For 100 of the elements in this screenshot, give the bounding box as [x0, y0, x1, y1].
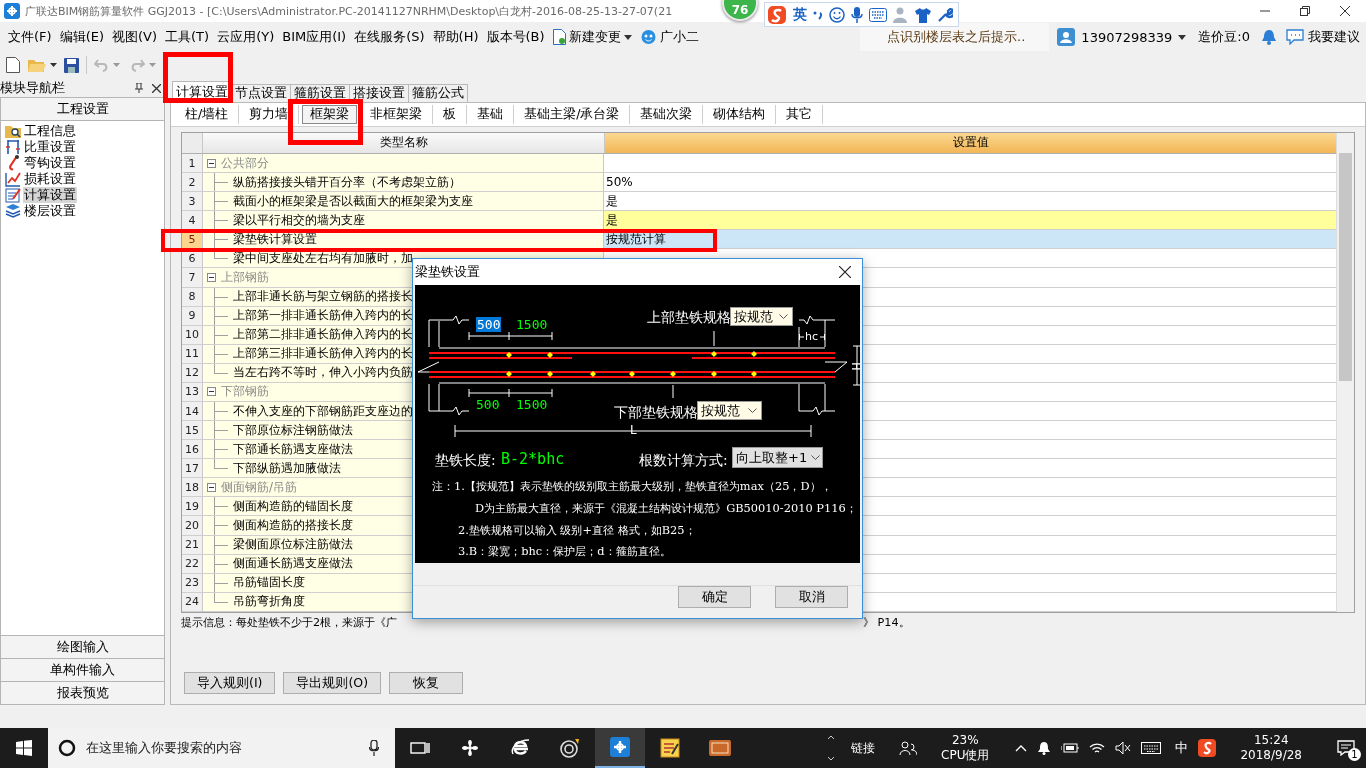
field-label: 根数计算方式:	[639, 453, 728, 467]
table-cell: 上部非通长筋与架立钢筋的搭接长	[233, 288, 413, 306]
table-cell: 梁中间支座处左右均有加腋时，加	[233, 249, 413, 267]
table-cell: 梁垫铁计算设置	[233, 230, 317, 248]
tree-item[interactable]: 比重设置	[23, 139, 77, 155]
action-button[interactable]: 恢复	[389, 672, 464, 694]
tab[interactable]: 柱/墙柱	[175, 105, 240, 124]
dialog-button[interactable]: 确定	[678, 586, 751, 608]
tree-item[interactable]: 损耗设置	[23, 171, 77, 187]
tab[interactable]: 板	[433, 105, 468, 124]
module-button[interactable]: 单构件输入	[0, 659, 165, 682]
notice-link[interactable]: 点识别楼层表之后提示..	[860, 23, 1050, 51]
tree-item[interactable]: 弯钩设置	[23, 155, 77, 171]
clock[interactable]: 15:24 2018/9/28	[1240, 733, 1302, 763]
menu-item[interactable]: 文件(F)	[4, 26, 56, 48]
row-number: 14	[182, 402, 203, 421]
dimension-input[interactable]: 500	[476, 398, 500, 411]
menu-item[interactable]: 版本号(B)	[482, 26, 549, 48]
table-cell: 吊筋弯折角度	[233, 593, 305, 611]
dimension-label: 1500	[516, 398, 548, 411]
group-label: 上部钢筋	[221, 269, 269, 286]
row-number: 18	[182, 478, 203, 497]
dimension-label: L	[630, 424, 637, 436]
dimension-input[interactable]: 500	[476, 317, 502, 332]
account-phone[interactable]: 13907298339	[1081, 29, 1173, 45]
feedback-button[interactable]: 我要建议	[1286, 28, 1360, 46]
table-cell: 纵筋搭接接头错开百分率（不考虑架立筋）	[233, 173, 461, 191]
dimension-label: hc	[805, 331, 819, 342]
table-cell: 上部第一排非通长筋伸入跨内的长	[233, 307, 413, 325]
dropdown[interactable]: 按规范	[697, 401, 762, 420]
dialog-button[interactable]: 取消	[775, 586, 848, 608]
tab[interactable]: 基础	[467, 105, 515, 124]
toolbar-label[interactable]: 链接	[851, 739, 876, 757]
cpu-label: CPU使用	[941, 748, 990, 763]
dropdown[interactable]: 向上取整+1	[732, 447, 823, 468]
tree-item[interactable]: 计算设置	[23, 187, 77, 203]
table-cell: 下部原位标注钢筋做法	[233, 421, 353, 439]
clock-time: 15:24	[1253, 733, 1289, 748]
column-header: 设置值	[605, 133, 1336, 153]
tab[interactable]: 剪力墙	[239, 105, 300, 124]
group-label: 下部钢筋	[221, 383, 269, 401]
field-label: 上部垫铁规格	[647, 310, 731, 324]
tab[interactable]: 砌体结构	[703, 105, 777, 124]
row-number: 20	[182, 516, 203, 535]
module-button[interactable]: 报表预览	[0, 682, 165, 705]
table-cell: 侧面构造筋的锚固长度	[233, 497, 353, 515]
input-mode[interactable]: 英	[793, 5, 807, 24]
table-cell[interactable]: 按规范计算	[604, 230, 1336, 249]
row-number: 17	[182, 459, 203, 478]
row-number: 2	[182, 173, 203, 192]
menu-item[interactable]: 新建变更	[548, 26, 636, 48]
tree-item[interactable]: 工程信息	[23, 123, 77, 139]
tab[interactable]: 其它	[776, 105, 824, 124]
note-text: 3.B：梁宽；bhc：保护层；d：箍筋直径。	[458, 546, 671, 558]
action-button[interactable]: 导入规则(I)	[184, 672, 276, 694]
menu-item[interactable]: 帮助(H)	[428, 26, 483, 48]
action-button[interactable]: 导出规则(O)	[283, 672, 382, 694]
table-cell[interactable]: 是	[604, 211, 1336, 230]
tab[interactable]: 节点设置	[231, 84, 291, 102]
module-button[interactable]: 绘图输入	[0, 636, 165, 659]
search-field[interactable]: 在这里输入你要搜索的内容	[48, 728, 395, 768]
dimension-label: H	[849, 362, 861, 371]
tab[interactable]: 基础次梁	[630, 105, 704, 124]
table-cell: 上部第三排非通长筋伸入跨内的长	[233, 345, 413, 363]
row-number: 4	[182, 211, 203, 230]
note-text: 注：1.【按规范】表示垫铁的级别取主筋最大级别，垫铁直径为max（25，D），	[432, 481, 832, 493]
field-label: 下部垫铁规格	[614, 405, 698, 419]
panel-title: 模块导航栏	[0, 79, 66, 97]
table-cell: 下部纵筋遇加腋做法	[233, 459, 341, 477]
dropdown[interactable]: 按规范	[730, 307, 793, 326]
table-cell: 当左右跨不等时，伸入小跨内负筋	[233, 364, 413, 382]
row-number: 16	[182, 440, 203, 459]
tab[interactable]: 箍筋公式	[408, 84, 468, 102]
menu-item[interactable]: 工具(T)	[161, 26, 214, 48]
menu-item[interactable]: 在线服务(S)	[350, 26, 429, 48]
table-cell: 截面小的框架梁是否以截面大的框架梁为支座	[233, 192, 473, 210]
section-header[interactable]: 工程设置	[0, 97, 165, 120]
row-number: 7	[182, 268, 203, 287]
menu-item[interactable]: 视图(V)	[108, 26, 162, 48]
input-language[interactable]: 中	[1175, 739, 1189, 757]
tab[interactable]: 基础主梁/承台梁	[514, 105, 631, 124]
tab[interactable]: 框架梁	[302, 105, 358, 124]
floating-badge: 76	[722, 0, 758, 21]
tab[interactable]: 非框架梁	[360, 105, 434, 124]
clock-date: 2018/9/28	[1240, 748, 1302, 763]
table-cell: 梁以平行相交的墙为支座	[233, 211, 365, 229]
notification-count: 1	[1348, 748, 1361, 761]
dimension-label: 1500	[516, 318, 548, 331]
note-text: D为主筋最大直径，来源于《混凝土结构设计规范》GB50010-2010 P116；	[475, 503, 857, 515]
menu-item[interactable]: BIM应用(I)	[278, 26, 351, 48]
menu-item[interactable]: 编辑(E)	[55, 26, 108, 48]
cpu-value: 23%	[951, 733, 979, 748]
table-cell: 下部通长筋遇支座做法	[233, 440, 353, 458]
tree-item[interactable]: 楼层设置	[23, 203, 77, 219]
tab[interactable]: 搭接设置	[349, 84, 409, 102]
table-cell: 侧面通长筋遇支座做法	[233, 555, 353, 573]
menu-item[interactable]: 广小二	[635, 26, 703, 48]
menu-item[interactable]: 云应用(Y)	[213, 26, 279, 48]
window-title: 广联达BIM钢筋算量软件 GGJ2013 - [C:\Users\Administrator.PC-20141127NRHM\Desktop\白龙村-2016-08-25-13-27-07(21	[25, 3, 673, 19]
row-number: 3	[182, 192, 203, 211]
